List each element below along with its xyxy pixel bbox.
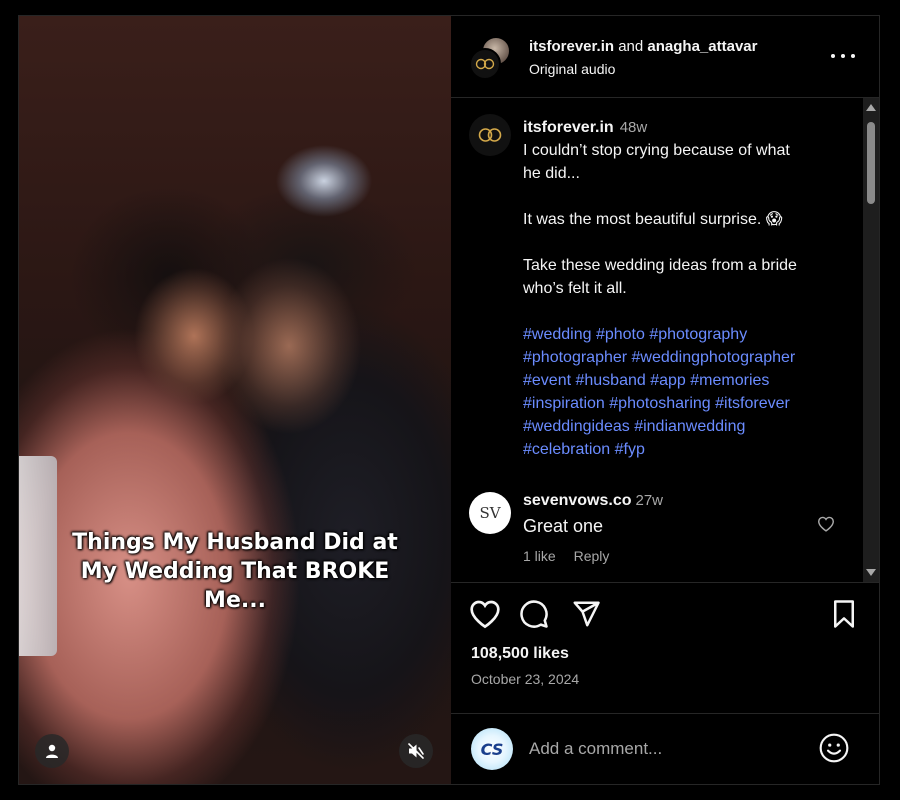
hashtag-line[interactable]: #inspiration #photosharing #itsforever (523, 392, 853, 415)
caption-line: Me... (204, 588, 266, 613)
caption-text: I couldn’t stop crying because of what (523, 142, 790, 159)
avatar[interactable] (469, 114, 511, 156)
caption-text: It was the most beautiful surprise. 😱 (523, 211, 783, 228)
avatar[interactable] (469, 48, 501, 80)
hashtag-line[interactable]: #weddingideas #indianwedding (523, 415, 853, 438)
username-link[interactable]: itsforever.in (529, 38, 614, 55)
comment-header: sevenvows.co 27w (523, 492, 663, 510)
hashtag-line[interactable]: #wedding #photo #photography (523, 323, 853, 346)
details-panel: itsforever.in and anagha_attavar Origina… (451, 16, 879, 784)
comment-input[interactable] (529, 736, 809, 762)
reel-video[interactable]: Things My Husband Did at My Wedding That… (19, 16, 451, 784)
action-bar (469, 599, 861, 633)
add-comment-bar: CS (451, 713, 879, 785)
emoji-icon[interactable] (818, 732, 850, 764)
caption-body: itsforever.in 48w I couldn’t stop crying … (523, 116, 853, 461)
conjunction-text: and (618, 38, 644, 55)
reply-button[interactable]: Reply (574, 548, 610, 564)
mute-toggle-button[interactable] (399, 734, 433, 768)
more-options-button[interactable] (831, 46, 855, 66)
like-comment-heart-icon[interactable] (817, 516, 835, 532)
caption-line: My Wedding That BROKE (80, 559, 390, 584)
caption-text: Take these wedding ideas from a bride (523, 257, 797, 274)
scrollbar-thumb[interactable] (867, 122, 875, 204)
user-icon (46, 744, 58, 758)
scroll-down-arrow-icon[interactable] (866, 569, 876, 576)
comment-text: Great one (523, 516, 604, 536)
collab-avatars[interactable] (469, 36, 515, 80)
audio-link[interactable]: Original audio (529, 61, 615, 77)
avatar-monogram: SV (479, 504, 501, 522)
rings-logo-icon (475, 58, 495, 70)
more-options-icon (831, 54, 835, 58)
save-bookmark-icon[interactable] (831, 599, 857, 629)
comments-scrollbar[interactable] (863, 98, 879, 582)
avatar[interactable]: SV (469, 492, 511, 534)
post-dialog: Things My Husband Did at My Wedding That… (18, 15, 880, 785)
caption-line: Things My Husband Did at (72, 530, 398, 555)
collab-names: itsforever.in and anagha_attavar (529, 38, 757, 55)
like-heart-icon[interactable] (469, 599, 501, 629)
avatar[interactable]: CS (471, 728, 513, 770)
share-paper-plane-icon[interactable] (571, 599, 601, 629)
timestamp: 48w (619, 119, 648, 136)
scroll-up-arrow-icon[interactable] (866, 104, 876, 111)
comments-section[interactable]: itsforever.in 48w I couldn’t stop crying … (451, 98, 863, 582)
hashtag-line[interactable]: #celebration #fyp (523, 438, 853, 461)
hashtag-line[interactable]: #photographer #weddingphotographer (523, 346, 853, 369)
hashtag-line[interactable]: #event #husband #app #memories (523, 369, 853, 392)
username-link[interactable]: sevenvows.co (523, 492, 632, 509)
likes-count[interactable]: 108,500 likes (471, 645, 569, 663)
rings-logo-icon (478, 128, 502, 142)
username-link[interactable]: anagha_attavar (647, 38, 757, 55)
username-link[interactable]: itsforever.in (523, 119, 614, 136)
actions-section: 108,500 likes October 23, 2024 CS (451, 582, 879, 784)
video-caption-overlay: Things My Husband Did at My Wedding That… (49, 528, 421, 615)
tagged-users-button[interactable] (35, 734, 69, 768)
caption-text: who’s felt it all. (523, 280, 627, 297)
comment-bubble-icon[interactable] (519, 599, 549, 629)
avatar-monogram: CS (480, 739, 504, 759)
muted-speaker-icon (408, 743, 424, 759)
timestamp: 27w (635, 492, 664, 509)
comment-meta: 1 like Reply (523, 548, 623, 564)
post-date: October 23, 2024 (471, 671, 580, 687)
post-header: itsforever.in and anagha_attavar Origina… (451, 16, 879, 98)
comment-likes-link[interactable]: 1 like (523, 548, 556, 564)
caption-text: he did... (523, 165, 580, 182)
